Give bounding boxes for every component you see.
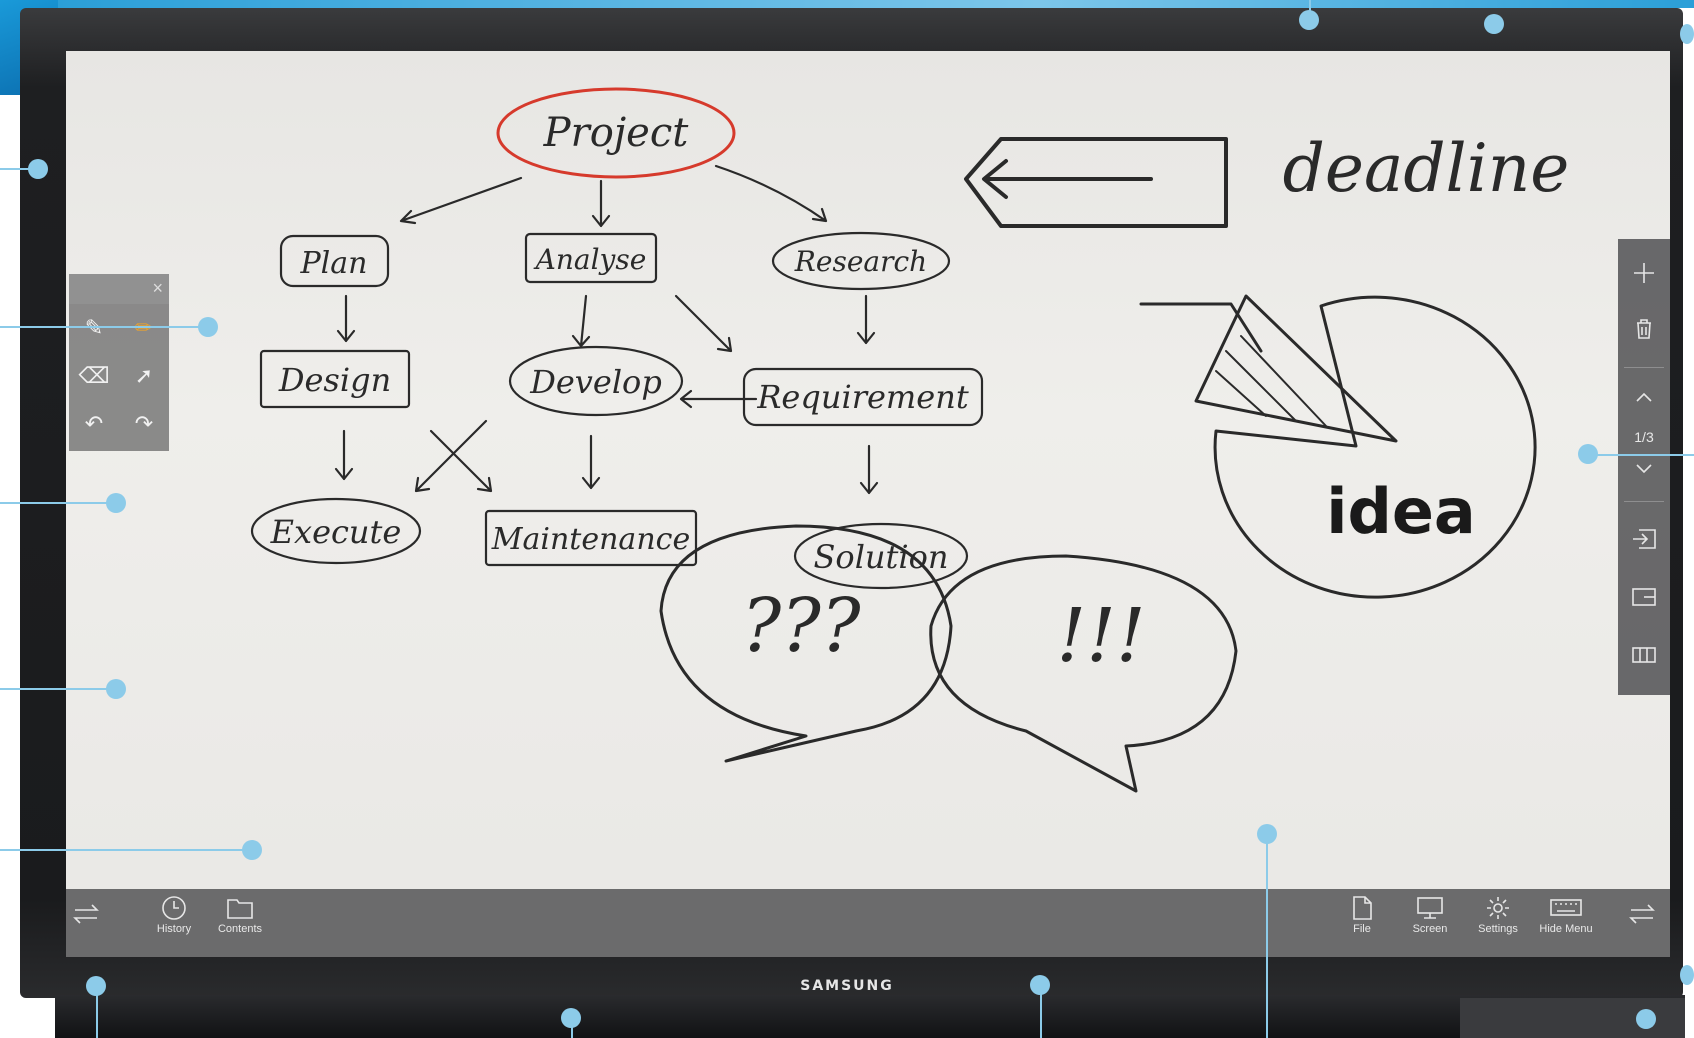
brand-logo: SAMSUNG [800, 978, 894, 994]
pen-icon[interactable]: ✎ [69, 304, 119, 352]
node-execute-label: Execute [270, 513, 402, 551]
node-research: Research [771, 231, 951, 291]
callout-line [0, 849, 250, 851]
history-label: History [156, 923, 192, 935]
node-requirement: Requirement [742, 367, 984, 427]
folder-icon [227, 899, 253, 919]
redo-icon[interactable]: ↷ [119, 400, 169, 448]
contents-label: Contents [217, 923, 263, 935]
callout-dot [1299, 10, 1319, 30]
delete-page-icon[interactable] [1618, 305, 1670, 353]
callout-dot [1680, 24, 1694, 44]
node-project-label: Project [543, 110, 690, 156]
swap-arrows-icon[interactable] [66, 903, 106, 957]
screen-button[interactable]: Screen [1398, 895, 1462, 951]
hide-menu-label: Hide Menu [1539, 923, 1593, 935]
settings-label: Settings [1478, 923, 1518, 935]
node-plan-label: Plan [300, 246, 368, 281]
page-up-icon[interactable] [1618, 379, 1670, 415]
callout-dot [1484, 14, 1504, 34]
sketch-idea-pie: idea [1139, 294, 1537, 599]
callout-line [1266, 834, 1268, 1038]
screen-label: Screen [1412, 923, 1448, 935]
pencil-icon[interactable]: ✏ [119, 304, 169, 352]
history-button[interactable]: History [142, 895, 206, 951]
callout-line [1590, 454, 1694, 456]
node-research-label: Research [794, 245, 927, 278]
background-accent-top [58, 0, 1694, 8]
split-view-icon[interactable] [1618, 631, 1670, 679]
arrow-project-research [714, 164, 828, 223]
contents-button[interactable]: Contents [208, 895, 272, 951]
pen-toolbar: × ✎ ✏ ⌫ ➚ ↶ ↷ [69, 274, 169, 451]
display-stand [55, 995, 1685, 1038]
pen-toolbar-header[interactable]: × [69, 274, 169, 304]
callout-dot [1578, 444, 1598, 464]
page-indicator: 1/3 [1634, 429, 1654, 445]
close-icon[interactable]: × [152, 278, 163, 299]
monitor-icon [1417, 897, 1443, 919]
callout-dot [561, 1008, 581, 1028]
node-develop: Develop [508, 345, 684, 417]
callout-line [0, 326, 205, 328]
file-label: File [1353, 923, 1371, 935]
callout-dot [1030, 975, 1050, 995]
node-design-label: Design [278, 361, 391, 399]
callout-dot [28, 159, 48, 179]
sketch-question: ??? [741, 583, 861, 669]
callout-dot [106, 493, 126, 513]
select-arrow-icon[interactable]: ➚ [119, 352, 169, 400]
node-execute: Execute [250, 497, 422, 565]
swap-arrows-icon[interactable] [1622, 903, 1662, 957]
undo-icon[interactable]: ↶ [69, 400, 119, 448]
callout-dot [106, 679, 126, 699]
whiteboard-screen[interactable]: Project Plan Analyse Research Design Dev… [66, 51, 1670, 957]
bottom-menu-bar: History Contents File Screen Settings Hi… [66, 889, 1670, 957]
sketch-speech-bubbles: ??? !!! [659, 524, 1238, 793]
file-button[interactable]: File [1330, 895, 1394, 951]
node-analyse: Analyse [524, 232, 658, 284]
arrow-project-plan [399, 176, 523, 225]
keyboard-icon [1550, 899, 1582, 916]
add-page-icon[interactable] [1618, 249, 1670, 297]
callout-dot [1257, 824, 1277, 844]
clock-icon [162, 896, 186, 920]
hide-menu-button[interactable]: Hide Menu [1534, 895, 1598, 951]
page-toolbar: 1/3 [1618, 239, 1670, 695]
node-solution: Solution [793, 522, 969, 590]
sketch-arrow-box [964, 137, 1228, 228]
page-down-icon[interactable] [1618, 451, 1670, 487]
sketch-exclaim: !!! [1056, 593, 1145, 679]
node-maintenance: Maintenance [484, 509, 698, 567]
sketch-deadline: deadline [1283, 130, 1570, 207]
node-design: Design [259, 349, 411, 409]
node-develop-label: Develop [529, 363, 662, 401]
sketch-idea: idea [1326, 475, 1476, 548]
callout-dot [198, 317, 218, 337]
arrow-project-analyse [591, 179, 611, 228]
file-icon [1353, 896, 1372, 920]
node-requirement-label: Requirement [756, 378, 968, 416]
callout-dot [1680, 965, 1694, 985]
layout-icon[interactable] [1618, 573, 1670, 621]
callout-dot [1636, 1009, 1656, 1029]
whiteboard-canvas[interactable]: Project Plan Analyse Research Design Dev… [66, 51, 1670, 889]
gear-icon [1487, 897, 1509, 919]
callout-line [0, 502, 112, 504]
node-project: Project [496, 87, 736, 179]
import-icon[interactable] [1618, 515, 1670, 563]
node-plan: Plan [279, 234, 390, 288]
node-analyse-label: Analyse [533, 243, 647, 276]
eraser-icon[interactable]: ⌫ [69, 352, 119, 400]
callout-line [0, 688, 112, 690]
callout-dot [242, 840, 262, 860]
node-maintenance-label: Maintenance [491, 522, 690, 557]
callout-dot [86, 976, 106, 996]
settings-button[interactable]: Settings [1466, 895, 1530, 951]
